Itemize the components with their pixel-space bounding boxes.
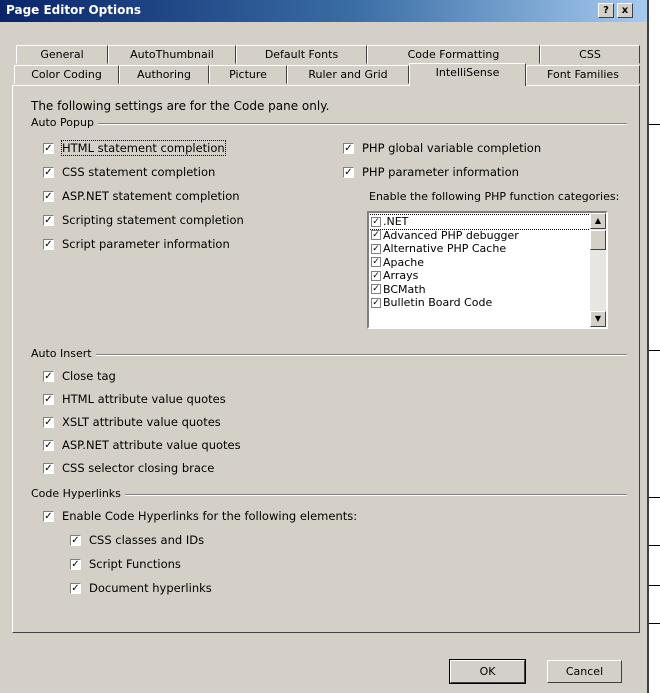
check-icon: ✓ (371, 216, 381, 227)
html-statement-completion-checkbox[interactable]: ✓ HTML statement completion (43, 140, 226, 156)
intellisense-panel: The following settings are for the Code … (12, 85, 640, 633)
scripting-statement-completion-checkbox[interactable]: ✓ Scripting statement completion (43, 213, 244, 227)
check-icon: ✓ (371, 257, 381, 268)
css-selector-closing-brace-checkbox[interactable]: ✓ CSS selector closing brace (43, 461, 214, 475)
list-item[interactable]: ✓ Advanced PHP debugger (369, 229, 606, 243)
check-icon: ✓ (371, 284, 381, 295)
tab-font-families[interactable]: Font Families (526, 65, 640, 84)
css-classes-and-ids-checkbox[interactable]: ✓ CSS classes and IDs (70, 533, 204, 547)
check-icon: ✓ (343, 142, 354, 154)
script-parameter-information-checkbox[interactable]: ✓ Script parameter information (43, 237, 230, 251)
check-icon: ✓ (43, 166, 54, 178)
code-hyperlinks-group: Code Hyperlinks (31, 487, 627, 501)
list-item[interactable]: ✓ Bulletin Board Code (369, 296, 606, 310)
php-global-variable-completion-checkbox[interactable]: ✓ PHP global variable completion (343, 141, 541, 155)
tab-general[interactable]: General (16, 45, 108, 64)
check-icon: ✓ (371, 230, 381, 241)
aspnet-attribute-value-quotes-checkbox[interactable]: ✓ ASP.NET attribute value quotes (43, 438, 241, 452)
css-statement-completion-checkbox[interactable]: ✓ CSS statement completion (43, 165, 215, 179)
title-bar[interactable]: Page Editor Options ? x (0, 0, 647, 22)
check-icon: ✓ (70, 534, 81, 546)
margin-mark (649, 623, 660, 624)
check-icon: ✓ (371, 243, 381, 254)
close-icon[interactable]: x (617, 3, 633, 18)
php-parameter-information-checkbox[interactable]: ✓ PHP parameter information (343, 165, 519, 179)
script-functions-checkbox[interactable]: ✓ Script Functions (70, 557, 181, 571)
html-attribute-value-quotes-checkbox[interactable]: ✓ HTML attribute value quotes (43, 392, 226, 406)
auto-insert-label: Auto Insert (31, 347, 96, 360)
auto-popup-group: Auto Popup (31, 116, 627, 130)
tab-default-fonts[interactable]: Default Fonts (236, 45, 367, 64)
check-icon: ✓ (43, 238, 54, 250)
page-editor-options-dialog: Page Editor Options ? x General AutoThum… (0, 0, 649, 693)
check-icon: ✓ (43, 393, 54, 405)
check-icon: ✓ (43, 462, 54, 474)
auto-popup-label: Auto Popup (31, 116, 98, 129)
margin-mark (649, 545, 660, 546)
php-categories-label: Enable the following PHP function catego… (369, 190, 620, 203)
list-item[interactable]: ✓ Alternative PHP Cache (369, 242, 606, 256)
list-item[interactable]: ✓ BCMath (369, 283, 606, 297)
tab-code-formatting[interactable]: Code Formatting (367, 45, 540, 64)
tab-authoring[interactable]: Authoring (119, 65, 209, 84)
list-item[interactable]: ✓ Apache (369, 256, 606, 270)
scroll-down-arrow-icon[interactable]: ▼ (590, 311, 606, 327)
margin-mark (649, 497, 660, 498)
tab-color-coding[interactable]: Color Coding (14, 65, 119, 84)
tab-intellisense[interactable]: IntelliSense (409, 63, 526, 86)
ok-button[interactable]: OK (449, 659, 526, 684)
tab-autothumbnail[interactable]: AutoThumbnail (108, 45, 236, 64)
check-icon: ✓ (371, 297, 381, 308)
check-icon: ✓ (70, 582, 81, 594)
list-item[interactable]: ✓ .NET (369, 214, 606, 230)
margin-mark (649, 350, 660, 351)
check-icon: ✓ (43, 510, 54, 522)
code-hyperlinks-label: Code Hyperlinks (31, 487, 125, 500)
check-icon: ✓ (43, 142, 54, 154)
php-function-categories-list[interactable]: ✓ .NET ✓ Advanced PHP debugger ✓ Alternativ… (367, 211, 608, 329)
check-icon: ✓ (43, 190, 54, 202)
intro-text: The following settings are for the Code … (31, 99, 330, 113)
xslt-attribute-value-quotes-checkbox[interactable]: ✓ XSLT attribute value quotes (43, 415, 221, 429)
tab-ruler-and-grid[interactable]: Ruler and Grid (287, 65, 409, 84)
tab-css[interactable]: CSS (540, 45, 640, 64)
enable-code-hyperlinks-checkbox[interactable]: ✓ Enable Code Hyperlinks for the followi… (43, 509, 357, 523)
check-icon: ✓ (43, 214, 54, 226)
scroll-thumb[interactable] (590, 230, 606, 250)
help-icon[interactable]: ? (598, 3, 614, 18)
dialog-title: Page Editor Options (6, 3, 142, 17)
document-hyperlinks-checkbox[interactable]: ✓ Document hyperlinks (70, 581, 212, 595)
auto-insert-group: Auto Insert (31, 347, 627, 361)
check-icon: ✓ (43, 439, 54, 451)
aspnet-statement-completion-checkbox[interactable]: ✓ ASP.NET statement completion (43, 189, 240, 203)
list-item[interactable]: ✓ Arrays (369, 269, 606, 283)
close-tag-checkbox[interactable]: ✓ Close tag (43, 369, 116, 383)
check-icon: ✓ (343, 166, 354, 178)
tab-picture[interactable]: Picture (209, 65, 287, 84)
list-scrollbar[interactable]: ▲ ▼ (590, 213, 606, 327)
check-icon: ✓ (371, 270, 381, 281)
check-icon: ✓ (43, 416, 54, 428)
check-icon: ✓ (70, 558, 81, 570)
margin-mark (649, 124, 660, 125)
check-icon: ✓ (43, 370, 54, 382)
cancel-button[interactable]: Cancel (547, 660, 622, 683)
scroll-up-arrow-icon[interactable]: ▲ (590, 213, 606, 229)
margin-mark (649, 585, 660, 586)
